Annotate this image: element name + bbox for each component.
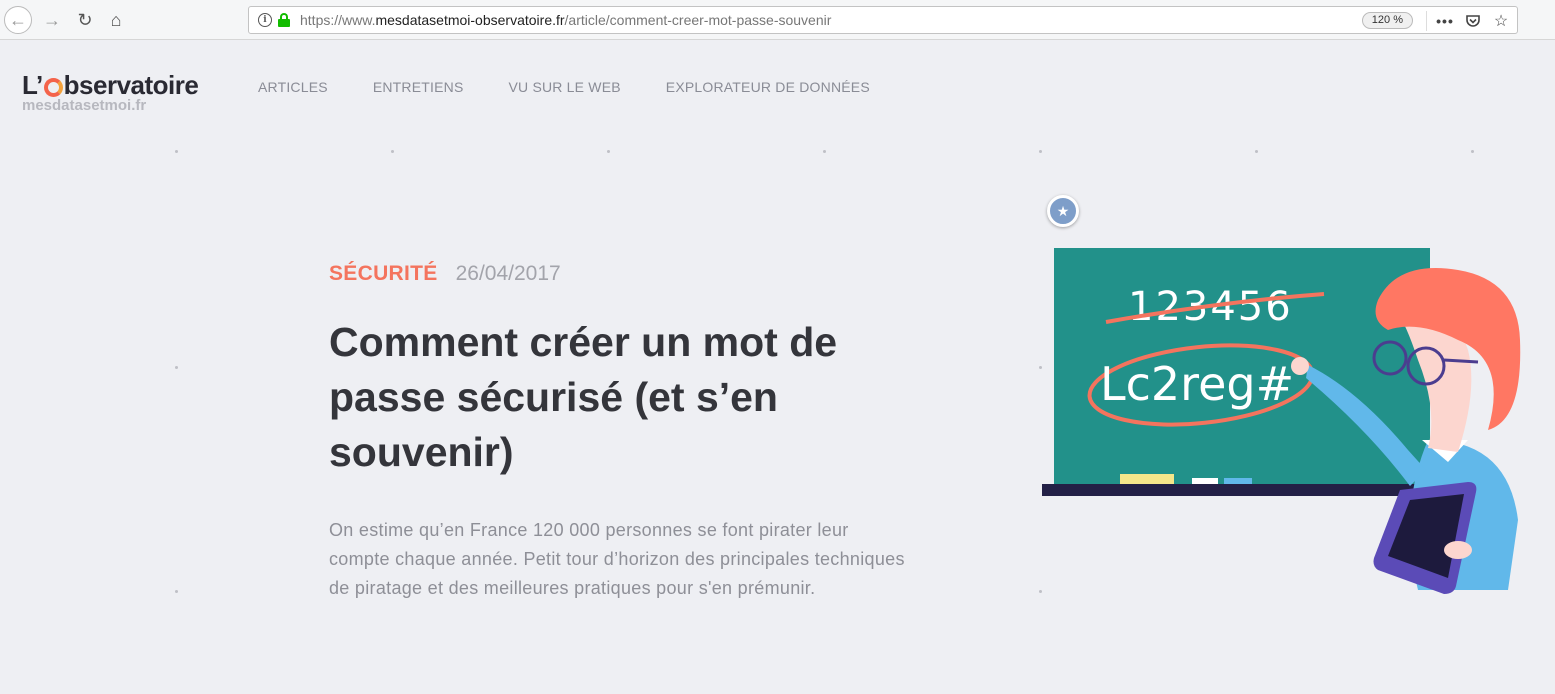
back-arrow-icon: ← [9,9,27,30]
url-text[interactable]: https://www.mesdatasetmoi-observatoire.f… [300,12,831,28]
url-prefix: https://www. [300,12,376,28]
browser-toolbar: ← → ↻ ⌂ i https://www.mesdatasetmoi-obse… [0,0,1555,40]
article-date: 26/04/2017 [455,262,561,285]
teacher-hand-tablet [1444,541,1472,559]
chalk-eraser [1120,474,1174,484]
board-ledge [1042,484,1442,496]
home-button[interactable]: ⌂ [104,8,128,32]
pocket-icon[interactable] [1463,11,1483,31]
home-icon: ⌂ [110,9,122,30]
main-navigation: ARTICLES ENTRETIENS VU SUR LE WEB EXPLOR… [258,79,915,95]
favorite-star-button[interactable]: ★ [1047,195,1079,227]
url-path: /article/comment-creer-mot-passe-souveni… [564,12,832,28]
address-bar[interactable]: i https://www.mesdatasetmoi-observatoire… [248,6,1518,34]
nav-articles[interactable]: ARTICLES [258,79,328,95]
nav-vu-sur-le-web[interactable]: VU SUR LE WEB [509,79,621,95]
bookmark-star-icon[interactable]: ☆ [1491,11,1511,31]
star-icon: ★ [1056,202,1070,219]
url-host: mesdatasetmoi-observatoire.fr [375,12,565,28]
teacher-hand [1291,357,1309,375]
secure-lock-icon[interactable] [278,13,290,27]
nav-entretiens[interactable]: ENTRETIENS [373,79,464,95]
article-lead: On estime qu’en France 120 000 personnes… [329,520,905,598]
article-title: Comment créer un mot de passe sécurisé (… [329,319,838,475]
logo-o-icon [43,78,63,97]
site-info-glyph: i [263,15,267,25]
page-actions-icon[interactable]: ••• [1435,11,1455,31]
board-password-text: Lc2reg# [1100,357,1294,411]
reload-icon: ↻ [77,9,93,30]
urlbar-separator [1426,11,1427,31]
site-logo[interactable]: L’ bservatoire mesdatasetmoi.fr [22,70,199,114]
back-button[interactable]: ← [4,6,32,34]
chalk-stick-blue [1224,478,1252,484]
article-meta: SÉCURITÉ 26/04/2017 [329,262,561,286]
nav-explorateur-donnees[interactable]: EXPLORATEUR DE DONNÉES [666,79,870,95]
zoom-level-button[interactable]: 120 % [1361,12,1413,29]
forward-arrow-icon: → [43,9,61,30]
forward-button[interactable]: → [40,8,64,32]
teacher-blackboard-illustration: 123456 Lc2reg# [1042,248,1521,594]
article-category-link[interactable]: SÉCURITÉ [329,262,438,286]
chalk-stick [1192,478,1218,484]
reload-button[interactable]: ↻ [73,8,97,32]
site-info-icon[interactable]: i [258,13,272,27]
